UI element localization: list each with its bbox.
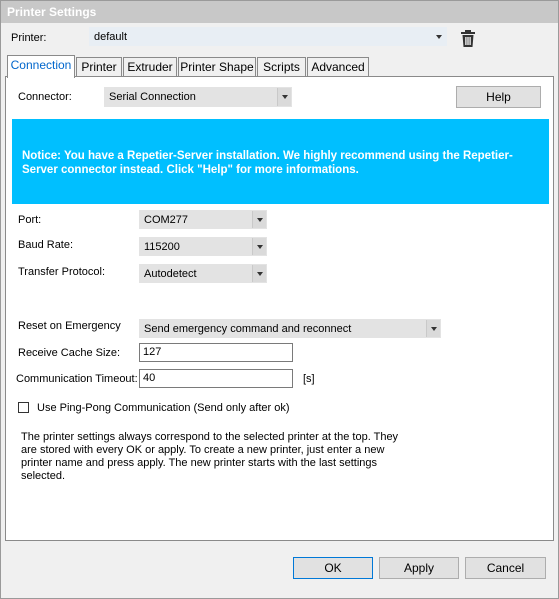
communication-timeout-label: Communication Timeout: [16,373,138,385]
info-text: The printer settings always correspond t… [21,431,399,482]
communication-timeout-input[interactable]: 40 [139,369,293,388]
transfer-protocol-select[interactable]: Autodetect [139,264,267,283]
apply-button[interactable]: Apply [379,557,459,579]
chevron-down-icon [252,211,266,228]
timeout-unit-label: [s] [303,373,315,385]
receive-cache-size-label: Receive Cache Size: [18,347,121,359]
cancel-button[interactable]: Cancel [465,557,546,579]
chevron-down-icon [426,320,440,337]
connector-label: Connector: [18,91,72,103]
help-button[interactable]: Help [456,86,541,108]
connector-select[interactable]: Serial Connection [104,87,292,107]
chevron-down-icon [252,238,266,255]
tab-connection[interactable]: Connection [7,55,75,78]
tab-scripts[interactable]: Scripts [257,57,306,77]
receive-cache-size-input[interactable]: 127 [139,343,293,362]
chevron-down-icon [252,265,266,282]
window-title: Printer Settings [1,1,558,23]
chevron-down-icon [277,88,291,106]
printer-select-value: default [94,31,128,43]
reset-on-emergency-label: Reset on Emergency [18,320,121,332]
reset-on-emergency-select[interactable]: Send emergency command and reconnect [139,319,441,338]
chevron-down-icon [432,28,446,45]
notice-banner: Notice: You have a Repetier-Server insta… [12,119,549,204]
port-select-value: COM277 [144,214,189,226]
tab-printer-shape[interactable]: Printer Shape [178,57,256,77]
baud-rate-label: Baud Rate: [18,239,74,251]
connector-select-value: Serial Connection [109,91,196,103]
ping-pong-label: Use Ping-Pong Communication (Send only a… [37,402,290,414]
baud-rate-select[interactable]: 115200 [139,237,267,256]
ping-pong-checkbox[interactable] [18,402,29,413]
baud-rate-select-value: 115200 [144,241,180,253]
port-select[interactable]: COM277 [139,210,267,229]
printer-select[interactable]: default [89,27,447,46]
tab-advanced[interactable]: Advanced [307,57,369,77]
transfer-protocol-label: Transfer Protocol: [18,266,106,278]
port-label: Port: [18,214,42,226]
printer-settings-window: Printer Settings Printer: default Connec… [0,0,559,599]
transfer-protocol-select-value: Autodetect [144,268,197,280]
reset-on-emergency-select-value: Send emergency command and reconnect [144,323,352,335]
printer-label: Printer: [11,32,47,44]
ok-button[interactable]: OK [293,557,373,579]
tab-extruder[interactable]: Extruder [123,57,177,77]
tab-printer[interactable]: Printer [76,57,122,77]
trash-icon[interactable] [460,30,476,47]
